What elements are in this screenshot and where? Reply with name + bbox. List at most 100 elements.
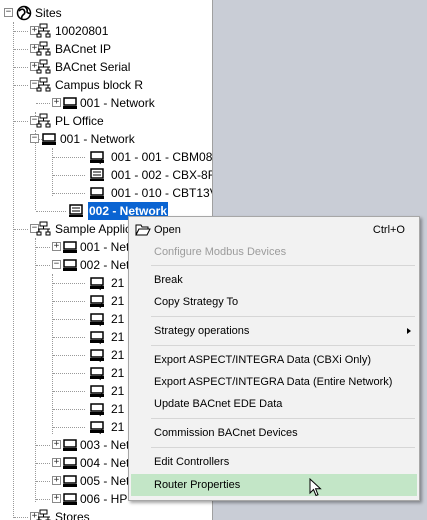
network-pc-icon: [42, 133, 56, 145]
expand-toggle[interactable]: +: [52, 98, 61, 107]
tree-item-label: 001 - 001 - CBM08: [111, 150, 213, 164]
controller-icon: [90, 331, 104, 345]
menu-item-label: Update BACnet EDE Data: [154, 398, 283, 410]
expand-toggle[interactable]: +: [52, 242, 61, 251]
site-network-icon: [36, 77, 51, 92]
site-network-icon: [36, 59, 51, 74]
controller-icon: [90, 421, 104, 435]
tree-node-site[interactable]: + BACnet IP: [0, 40, 212, 58]
tree-item-label: 21: [111, 402, 125, 416]
menu-separator: [151, 265, 415, 266]
site-network-icon: [36, 221, 51, 236]
tree-item-label: 001 - Network: [60, 132, 135, 146]
collapse-toggle[interactable]: −: [30, 134, 39, 143]
collapse-toggle[interactable]: −: [4, 8, 13, 17]
network-pc-icon: [63, 475, 77, 487]
tree-item-label: 002 - Network: [80, 258, 128, 272]
expand-toggle[interactable]: +: [52, 476, 61, 485]
tree-node-network[interactable]: + 001 - Network: [0, 94, 212, 112]
expand-toggle[interactable]: +: [52, 458, 61, 467]
tree-node-site[interactable]: − PL Office: [0, 112, 212, 130]
tree-node-network[interactable]: − 001 - Network: [0, 130, 212, 148]
tree-node-root[interactable]: − Sites: [0, 4, 212, 22]
tree-node-network[interactable]: + 001 - Network: [0, 238, 128, 256]
controller-icon: [90, 313, 104, 327]
menu-item-configure-modbus-devices[interactable]: Configure Modbus Devices: [131, 241, 417, 263]
tree-node-site[interactable]: + 10020801: [0, 22, 212, 40]
tree-node-controller[interactable]: 21: [0, 274, 128, 292]
tree-item-label: 001 - Network: [80, 96, 155, 110]
tree-item-label: Campus block R: [55, 78, 144, 92]
site-network-icon: [36, 41, 51, 56]
tree-node-controller[interactable]: 21: [0, 418, 128, 436]
tree-node-controller[interactable]: 21: [0, 328, 128, 346]
collapse-toggle[interactable]: −: [52, 260, 61, 269]
site-network-icon: [36, 23, 51, 38]
tree-node-controller[interactable]: 001 - 010 - CBT13VA: [0, 184, 212, 202]
tree-node-network[interactable]: + 005 - Network: [0, 472, 128, 490]
tree-item-label: 003 - Network: [80, 438, 128, 452]
controller-icon: [90, 367, 104, 381]
controller-icon: [90, 151, 104, 165]
tree-item-label: 005 - Network: [80, 474, 128, 488]
tree-node-controller[interactable]: 21: [0, 292, 128, 310]
menu-item-open[interactable]: Open Ctrl+O: [131, 219, 417, 241]
menu-item-label: Export ASPECT/INTEGRA Data (Entire Netwo…: [154, 376, 393, 388]
network-pc-icon: [69, 204, 83, 217]
tree-node-controller[interactable]: 21: [0, 310, 128, 328]
tree-item-label: BACnet Serial: [55, 60, 131, 74]
menu-separator: [151, 447, 415, 448]
tree-node-network[interactable]: + 004 - Network: [0, 454, 128, 472]
context-menu: Open Ctrl+O Configure Modbus Devices Bre…: [128, 216, 420, 501]
menu-item-edit-controllers[interactable]: Edit Controllers: [131, 451, 417, 473]
tree-item-label: Stores: [55, 510, 90, 520]
network-pc-icon: [63, 259, 77, 271]
menu-item-label: Commission BACnet Devices: [154, 427, 298, 439]
tree-node-controller[interactable]: 21: [0, 346, 128, 364]
tree-item-label: 21: [111, 384, 125, 398]
menu-item-update-bacnet-ede[interactable]: Update BACnet EDE Data: [131, 393, 417, 415]
tree-node-controller[interactable]: 001 - 001 - CBM08: [0, 148, 212, 166]
controller-icon: [90, 295, 104, 309]
menu-item-strategy-operations[interactable]: Strategy operations: [131, 320, 417, 342]
tree-node-controller[interactable]: 21: [0, 400, 128, 418]
menu-item-export-aspect-cbxi[interactable]: Export ASPECT/INTEGRA Data (CBXi Only): [131, 349, 417, 371]
folder-open-icon: [135, 224, 151, 236]
submenu-arrow-icon: [407, 328, 411, 334]
expand-toggle[interactable]: +: [52, 440, 61, 449]
tree-node-network[interactable]: + 003 - Network: [0, 436, 128, 454]
tree-item-label: 21: [111, 366, 125, 380]
menu-separator: [151, 316, 415, 317]
menu-item-router-properties[interactable]: Router Properties: [131, 474, 417, 496]
menu-item-label: Edit Controllers: [154, 456, 230, 468]
menu-item-copy-strategy-to[interactable]: Copy Strategy To: [131, 291, 417, 313]
tree-node-site[interactable]: + BACnet Serial: [0, 58, 212, 76]
tree-node-network[interactable]: − 002 - Network: [0, 256, 128, 274]
tree-item-label: BACnet IP: [55, 42, 112, 56]
tree-item-label: 006 - HP: [80, 492, 128, 506]
tree-item-label: 21: [111, 294, 125, 308]
menu-item-label: Copy Strategy To: [154, 296, 239, 308]
tree-node-site[interactable]: + Stores: [0, 508, 212, 520]
tree-node-controller[interactable]: 21: [0, 382, 128, 400]
tree-item-label: 004 - Network: [80, 456, 128, 470]
tree-item-label: 21: [111, 312, 125, 326]
controller-icon: [90, 403, 104, 417]
menu-item-label: Router Properties: [154, 479, 241, 491]
tree-item-label: 21: [111, 276, 125, 290]
tree-node-controller[interactable]: 21: [0, 364, 128, 382]
menu-item-label: Strategy operations: [154, 325, 250, 337]
menu-item-export-aspect-network[interactable]: Export ASPECT/INTEGRA Data (Entire Netwo…: [131, 371, 417, 393]
controller-icon: [90, 277, 104, 291]
tree-item-label: 21: [111, 348, 125, 362]
menu-item-commission-bacnet[interactable]: Commission BACnet Devices: [131, 422, 417, 444]
tree-item-label: 001 - Network: [80, 240, 128, 254]
network-pc-icon: [63, 493, 77, 505]
menu-item-label: Open: [154, 224, 181, 236]
menu-separator: [151, 418, 415, 419]
expand-toggle[interactable]: +: [52, 494, 61, 503]
menu-item-break[interactable]: Break: [131, 269, 417, 291]
tree-node-controller[interactable]: 001 - 002 - CBX-8R8: [0, 166, 212, 184]
tree-node-site[interactable]: − Campus block R: [0, 76, 212, 94]
menu-item-label: Configure Modbus Devices: [154, 246, 287, 258]
